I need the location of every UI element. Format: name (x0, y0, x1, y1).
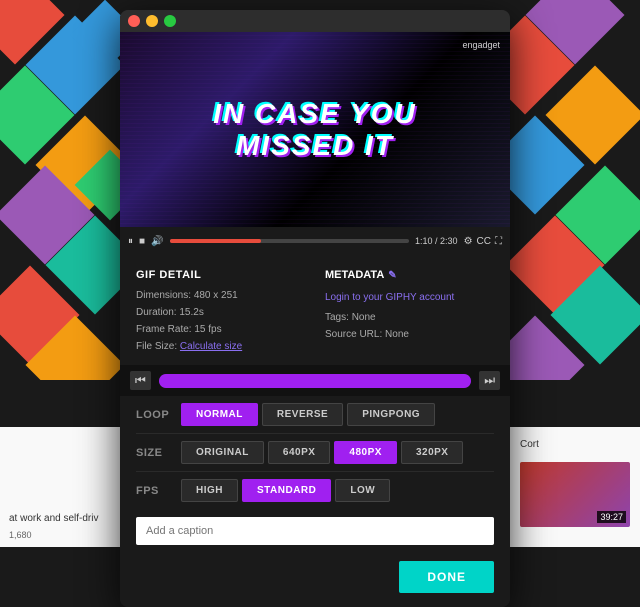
pause-button[interactable]: ⏸ (128, 236, 133, 247)
yt-right-text: Cort (520, 439, 539, 450)
yt-left-text: at work and self-driv 1,680 (5, 509, 123, 542)
size-640px-button[interactable]: 640PX (268, 441, 331, 464)
tags-value: None (352, 312, 376, 323)
duration-value: 15.2s (179, 307, 203, 318)
fps-options-row: FPS HIGH STANDARD LOW (136, 472, 494, 509)
calculate-size-link[interactable]: Calculate size (180, 341, 242, 352)
trim-start-button[interactable]: ⏮ (130, 371, 151, 390)
video-thumbnail: engadget IN CASE YOU MISSED IT (120, 32, 510, 227)
minimize-button[interactable] (146, 15, 158, 27)
video-title-line2: MISSED IT (213, 130, 417, 162)
duration-label: Duration: (136, 307, 177, 318)
yt-right-label: Cort (520, 434, 630, 452)
size-original-button[interactable]: ORIGINAL (181, 441, 264, 464)
gif-frame-rate: Frame Rate: 15 fps (136, 321, 305, 338)
size-options-row: SIZE ORIGINAL 640PX 480PX 320PX (136, 434, 494, 472)
gif-duration: Duration: 15.2s (136, 304, 305, 321)
yt-duration-badge: 39:27 (597, 511, 626, 523)
geo-background-right (510, 0, 640, 380)
time-current: 1:10 (415, 236, 433, 246)
settings-icon[interactable]: ⚙ (464, 236, 473, 247)
title-bar (120, 10, 510, 32)
video-title: IN CASE YOU MISSED IT (213, 98, 417, 162)
trim-slider[interactable] (159, 374, 471, 388)
done-section: DONE (120, 553, 510, 607)
video-progress-fill (170, 239, 261, 243)
metadata-source-url: Source URL: None (325, 326, 494, 343)
trim-bar-section: ⏮ ⏭ (120, 365, 510, 396)
yt-view-count: 1,680 (5, 528, 123, 542)
fps-standard-button[interactable]: STANDARD (242, 479, 331, 502)
metadata-heading: METADATA ✎ (325, 269, 494, 281)
loop-normal-button[interactable]: NORMAL (181, 403, 258, 426)
ctrl-icons-right: ⚙ CC ⛶ (464, 236, 502, 247)
caption-input[interactable] (136, 517, 494, 545)
fps-label: FPS (136, 485, 181, 497)
video-player: engadget IN CASE YOU MISSED IT (120, 32, 510, 227)
trim-end-button[interactable]: ⏭ (479, 371, 500, 390)
loop-label: LOOP (136, 409, 181, 421)
gif-dimensions: Dimensions: 480 x 251 (136, 287, 305, 304)
video-progress-bar[interactable] (170, 239, 410, 243)
metadata-panel: METADATA ✎ Login to your GIPHY account T… (325, 269, 494, 355)
edit-icon[interactable]: ✎ (388, 270, 396, 281)
yt-thumbnail-right: 39:27 (520, 462, 630, 527)
close-button[interactable] (128, 15, 140, 27)
source-url-label: Source URL: (325, 329, 382, 340)
dimensions-label: Dimensions: (136, 290, 191, 301)
metadata-tags: Tags: None (325, 309, 494, 326)
fps-high-button[interactable]: HIGH (181, 479, 238, 502)
stop-button[interactable]: ■ (139, 236, 145, 247)
video-controls: ⏸ ■ 🔊 1:10 / 2:30 ⚙ CC ⛶ (120, 227, 510, 255)
brand-logo: engadget (462, 40, 500, 50)
frame-rate-value: 15 fps (194, 324, 221, 335)
login-link[interactable]: Login to your GIPHY account (325, 292, 454, 303)
dimensions-value: 480 x 251 (194, 290, 238, 301)
geo-background-left (0, 0, 130, 380)
size-buttons: ORIGINAL 640PX 480PX 320PX (181, 441, 463, 464)
detail-section: GIF DETAIL Dimensions: 480 x 251 Duratio… (120, 255, 510, 365)
gif-detail-panel: GIF DETAIL Dimensions: 480 x 251 Duratio… (136, 269, 305, 355)
options-section: LOOP NORMAL REVERSE PINGPONG SIZE ORIGIN… (120, 396, 510, 509)
loop-buttons: NORMAL REVERSE PINGPONG (181, 403, 435, 426)
video-time: 1:10 / 2:30 (415, 236, 458, 246)
yt-thumb-bg: 39:27 (520, 462, 630, 527)
size-320px-button[interactable]: 320PX (401, 441, 464, 464)
loop-reverse-button[interactable]: REVERSE (262, 403, 343, 426)
size-label: SIZE (136, 447, 181, 459)
maximize-button[interactable] (164, 15, 176, 27)
gif-file-size: File Size: Calculate size (136, 338, 305, 355)
fps-buttons: HIGH STANDARD LOW (181, 479, 390, 502)
frame-rate-label: Frame Rate: (136, 324, 192, 335)
modal-container: engadget IN CASE YOU MISSED IT ⏸ ■ 🔊 1:1… (120, 10, 510, 607)
yt-description: at work and self-driv (5, 509, 123, 528)
file-size-label: File Size: (136, 341, 177, 352)
fps-low-button[interactable]: LOW (335, 479, 390, 502)
source-url-value: None (385, 329, 409, 340)
time-total: 2:30 (440, 236, 458, 246)
metadata-heading-text: METADATA (325, 269, 384, 281)
cc-icon[interactable]: CC (477, 236, 491, 247)
done-button[interactable]: DONE (399, 561, 494, 593)
loop-pingpong-button[interactable]: PINGPONG (347, 403, 435, 426)
volume-button[interactable]: 🔊 (151, 236, 163, 247)
tags-label: Tags: (325, 312, 349, 323)
size-480px-button[interactable]: 480PX (334, 441, 397, 464)
video-title-line1: IN CASE YOU (213, 98, 417, 130)
caption-section (120, 509, 510, 553)
gif-detail-heading: GIF DETAIL (136, 269, 305, 281)
loop-options-row: LOOP NORMAL REVERSE PINGPONG (136, 396, 494, 434)
fullscreen-icon[interactable]: ⛶ (495, 236, 502, 247)
